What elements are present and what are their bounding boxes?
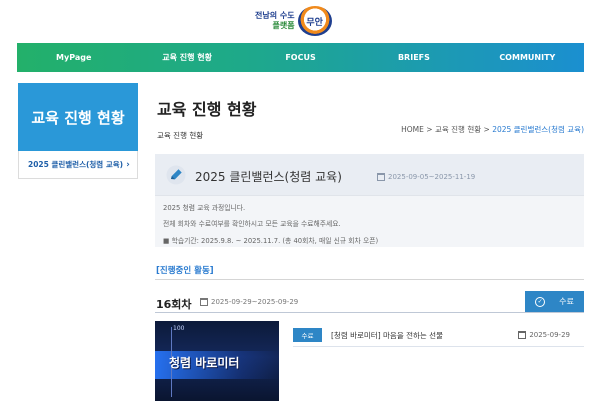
round-title: 16회차 xyxy=(156,298,192,311)
course-date-text: 2025-09-05~2025-11-19 xyxy=(388,173,476,181)
breadcrumb-current: 2025 클린밸런스(청렴 교육) xyxy=(492,125,584,134)
lesson-date-text: 2025-09-29 xyxy=(529,331,570,339)
completion-label: 수료 xyxy=(559,297,574,306)
nav-item-briefs[interactable]: BRIEFS xyxy=(357,43,470,72)
nav-item-progress[interactable]: 교육 진행 현황 xyxy=(130,43,243,72)
breadcrumb: HOME > 교육 진행 현황 > 2025 클린밸런스(청렴 교육) xyxy=(401,124,584,135)
calendar-icon xyxy=(377,173,385,181)
course-title: 2025 클린밸런스(청렴 교육) xyxy=(195,170,342,184)
lesson-date: 2025-09-29 xyxy=(518,331,570,339)
nav-item-focus[interactable]: FOCUS xyxy=(244,43,357,72)
nav-item-mypage[interactable]: MyPage xyxy=(17,43,130,72)
completion-button[interactable]: ✓ 수료 xyxy=(525,291,584,312)
lesson-thumbnail[interactable]: 100 청렴 바로미터 xyxy=(155,321,279,401)
course-desc-2: 전체 회차와 수료여부를 확인하시고 모든 교육을 수료해주세요. xyxy=(163,220,341,228)
course-header: 2025 클린밸런스(청렴 교육) 2025-09-05~2025-11-19 xyxy=(155,154,584,196)
sidebar-item-course[interactable]: 2025 클린밸런스(청렴 교육) › xyxy=(18,151,138,179)
meter-value: 100 xyxy=(173,325,185,332)
logo-badge-text: 무안 xyxy=(306,17,323,28)
sidebar-item-label: 2025 클린밸런스(청렴 교육) xyxy=(28,160,124,169)
logo-text: 전남의 수도 플랫폼 xyxy=(255,11,295,31)
logo-line1: 전남의 수도 xyxy=(255,11,295,20)
thumbnail-title: 청렴 바로미터 xyxy=(169,356,240,370)
lesson-row[interactable]: 수료 [청렴 바로미터] 마음을 전하는 선물 2025-09-29 xyxy=(293,323,584,347)
nav-item-community[interactable]: COMMUNITY xyxy=(471,43,584,72)
course-desc-1: 2025 청렴 교육 과정입니다. xyxy=(163,204,246,212)
course-date: 2025-09-05~2025-11-19 xyxy=(377,173,475,181)
sidebar-title: 교육 진행 현황 xyxy=(18,83,138,151)
top-nav: MyPage 교육 진행 현황 FOCUS BRIEFS COMMUNITY xyxy=(17,43,584,72)
chevron-right-icon: › xyxy=(126,159,130,170)
round-date: 2025-09-29~2025-09-29 xyxy=(200,298,298,306)
breadcrumb-separator: > xyxy=(481,125,493,134)
lesson-title-link[interactable]: [청렴 바로미터] 마음을 전하는 선물 xyxy=(331,330,443,341)
site-logo[interactable]: 전남의 수도 플랫폼 무안 xyxy=(255,6,332,36)
page-title: 교육 진행 현황 xyxy=(157,100,257,119)
logo-line2: 플랫폼 xyxy=(272,21,295,30)
round-divider xyxy=(155,312,584,313)
logo-badge: 무안 xyxy=(297,6,332,36)
breadcrumb-parent[interactable]: 교육 진행 현황 xyxy=(435,125,481,134)
course-info-box: 2025 클린밸런스(청렴 교육) 2025-09-05~2025-11-19 … xyxy=(155,154,584,247)
section-label: [진행중인 활동] xyxy=(156,266,214,276)
breadcrumb-home[interactable]: HOME xyxy=(401,125,424,134)
page-subtitle: 교육 진행 현황 xyxy=(157,131,204,140)
breadcrumb-separator: > xyxy=(423,125,435,134)
calendar-icon xyxy=(518,331,527,339)
lesson-status-badge: 수료 xyxy=(293,328,322,342)
pencil-icon xyxy=(166,165,186,185)
round-date-text: 2025-09-29~2025-09-29 xyxy=(211,298,299,306)
course-desc-3: ■ 학습기간: 2025.9.8. ~ 2025.11.7. (총 40회차, … xyxy=(163,237,379,245)
section-divider xyxy=(155,279,584,280)
calendar-icon xyxy=(200,298,208,306)
check-circle-icon: ✓ xyxy=(535,296,546,307)
